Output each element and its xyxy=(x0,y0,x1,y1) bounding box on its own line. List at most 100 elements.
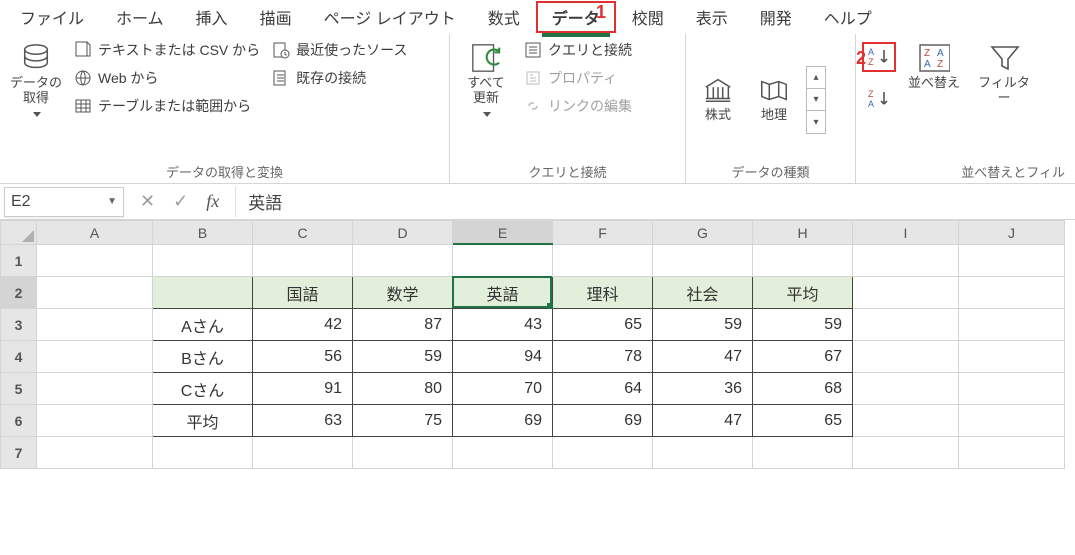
tab-draw[interactable]: 描画 xyxy=(244,1,308,33)
namebox-dropdown-icon[interactable]: ▼ xyxy=(107,196,117,207)
tab-view[interactable]: 表示 xyxy=(680,1,744,33)
row-header-2[interactable]: 2 xyxy=(1,277,37,309)
scroll-more-icon[interactable]: ▾ xyxy=(807,111,825,133)
cell-F2[interactable]: 理科 xyxy=(553,277,653,309)
cell-J4[interactable] xyxy=(959,341,1065,373)
fx-icon[interactable]: fx xyxy=(206,191,219,212)
cell-A2[interactable] xyxy=(37,277,153,309)
cell-E4[interactable]: 94 xyxy=(453,341,553,373)
from-web-button[interactable]: Web から xyxy=(74,68,260,88)
cell-I1[interactable] xyxy=(853,245,959,277)
row-header-3[interactable]: 3 xyxy=(1,309,37,341)
cell-G3[interactable]: 59 xyxy=(653,309,753,341)
cell-H7[interactable] xyxy=(753,437,853,469)
existing-connections-button[interactable]: 既存の接続 xyxy=(272,68,407,88)
stock-type-button[interactable]: 株式 xyxy=(692,70,744,127)
cell-D2[interactable]: 数学 xyxy=(353,277,453,309)
cell-J3[interactable] xyxy=(959,309,1065,341)
sort-button[interactable]: ZAAZ 並べ替え xyxy=(904,38,964,95)
from-text-csv-button[interactable]: テキストまたは CSV から xyxy=(74,40,260,60)
cell-I4[interactable] xyxy=(853,341,959,373)
scroll-up-icon[interactable]: ▴ xyxy=(807,67,825,89)
cell-C1[interactable] xyxy=(253,245,353,277)
cell-J7[interactable] xyxy=(959,437,1065,469)
cell-E2[interactable]: 英語 xyxy=(453,277,553,309)
col-header-E[interactable]: E xyxy=(453,221,553,245)
cell-B4[interactable]: Bさん xyxy=(153,341,253,373)
cell-G2[interactable]: 社会 xyxy=(653,277,753,309)
cell-H6[interactable]: 65 xyxy=(753,405,853,437)
col-header-A[interactable]: A xyxy=(37,221,153,245)
select-all-corner[interactable] xyxy=(1,221,37,245)
get-data-button[interactable]: データの 取得 xyxy=(6,38,66,127)
cell-H4[interactable]: 67 xyxy=(753,341,853,373)
tab-formula[interactable]: 数式 xyxy=(472,1,536,33)
col-header-F[interactable]: F xyxy=(553,221,653,245)
tab-developer[interactable]: 開発 xyxy=(744,1,808,33)
cell-A3[interactable] xyxy=(37,309,153,341)
queries-connections-button[interactable]: クエリと接続 xyxy=(524,40,632,60)
cell-J6[interactable] xyxy=(959,405,1065,437)
cell-B1[interactable] xyxy=(153,245,253,277)
cell-C5[interactable]: 91 xyxy=(253,373,353,405)
cell-B6[interactable]: 平均 xyxy=(153,405,253,437)
sort-desc-button[interactable]: ZA xyxy=(864,86,894,112)
col-header-J[interactable]: J xyxy=(959,221,1065,245)
row-header-6[interactable]: 6 xyxy=(1,405,37,437)
cell-A5[interactable] xyxy=(37,373,153,405)
cell-D1[interactable] xyxy=(353,245,453,277)
filter-button[interactable]: フィルター xyxy=(972,38,1036,110)
cell-E1[interactable] xyxy=(453,245,553,277)
col-header-G[interactable]: G xyxy=(653,221,753,245)
cell-F3[interactable]: 65 xyxy=(553,309,653,341)
cell-F6[interactable]: 69 xyxy=(553,405,653,437)
row-header-5[interactable]: 5 xyxy=(1,373,37,405)
cell-J1[interactable] xyxy=(959,245,1065,277)
cell-J2[interactable] xyxy=(959,277,1065,309)
cell-I3[interactable] xyxy=(853,309,959,341)
spreadsheet-grid[interactable]: ABCDEFGHIJ12国語数学英語理科社会平均3Aさん428743655959… xyxy=(0,220,1075,469)
row-header-7[interactable]: 7 xyxy=(1,437,37,469)
formula-input[interactable]: 英語 xyxy=(235,187,1075,217)
cell-C7[interactable] xyxy=(253,437,353,469)
cell-J5[interactable] xyxy=(959,373,1065,405)
cell-E5[interactable]: 70 xyxy=(453,373,553,405)
cell-B3[interactable]: Aさん xyxy=(153,309,253,341)
tab-home[interactable]: ホーム xyxy=(100,1,180,33)
cell-I6[interactable] xyxy=(853,405,959,437)
cell-H5[interactable]: 68 xyxy=(753,373,853,405)
cell-H1[interactable] xyxy=(753,245,853,277)
cell-A6[interactable] xyxy=(37,405,153,437)
tab-help[interactable]: ヘルプ xyxy=(808,1,888,33)
cell-G7[interactable] xyxy=(653,437,753,469)
tab-insert[interactable]: 挿入 xyxy=(180,1,244,33)
tab-review[interactable]: 校閲 xyxy=(616,1,680,33)
cell-I7[interactable] xyxy=(853,437,959,469)
cell-D6[interactable]: 75 xyxy=(353,405,453,437)
cell-G1[interactable] xyxy=(653,245,753,277)
tab-layout[interactable]: ページ レイアウト xyxy=(308,1,472,33)
tab-file[interactable]: ファイル xyxy=(4,1,100,33)
cell-C6[interactable]: 63 xyxy=(253,405,353,437)
from-table-range-button[interactable]: テーブルまたは範囲から xyxy=(74,96,260,116)
cell-C2[interactable]: 国語 xyxy=(253,277,353,309)
sort-asc-button[interactable]: AZ xyxy=(862,42,896,72)
col-header-I[interactable]: I xyxy=(853,221,959,245)
cell-B2[interactable] xyxy=(153,277,253,309)
row-header-4[interactable]: 4 xyxy=(1,341,37,373)
cell-D3[interactable]: 87 xyxy=(353,309,453,341)
cell-H3[interactable]: 59 xyxy=(753,309,853,341)
cell-C3[interactable]: 42 xyxy=(253,309,353,341)
cell-D7[interactable] xyxy=(353,437,453,469)
col-header-D[interactable]: D xyxy=(353,221,453,245)
cell-C4[interactable]: 56 xyxy=(253,341,353,373)
col-header-H[interactable]: H xyxy=(753,221,853,245)
cell-A4[interactable] xyxy=(37,341,153,373)
cell-E6[interactable]: 69 xyxy=(453,405,553,437)
cell-G6[interactable]: 47 xyxy=(653,405,753,437)
cell-B5[interactable]: Cさん xyxy=(153,373,253,405)
scroll-down-icon[interactable]: ▾ xyxy=(807,89,825,111)
cell-F7[interactable] xyxy=(553,437,653,469)
cell-F5[interactable]: 64 xyxy=(553,373,653,405)
cell-F4[interactable]: 78 xyxy=(553,341,653,373)
